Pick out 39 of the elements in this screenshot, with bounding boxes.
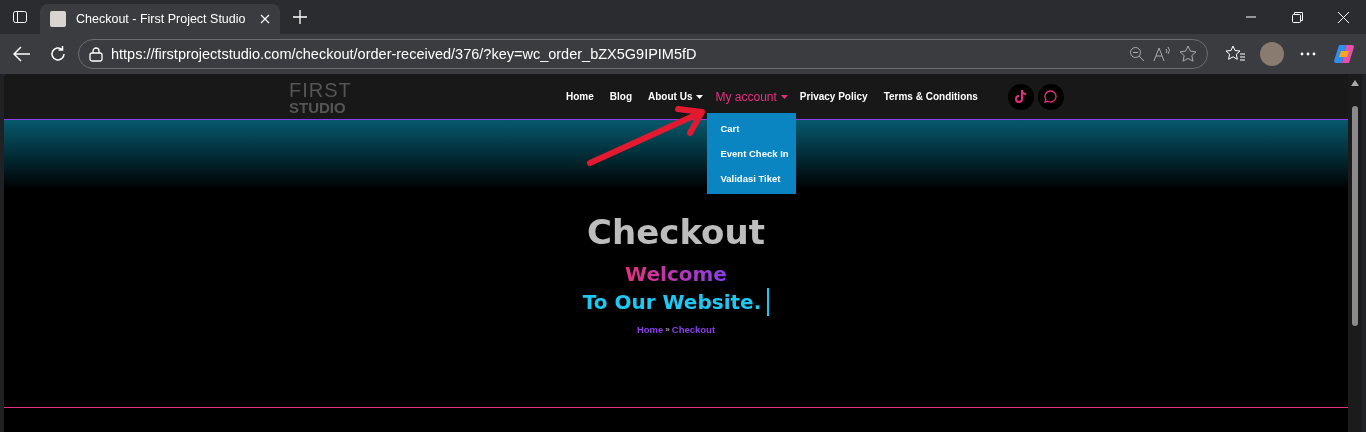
nav-link[interactable]: Blog bbox=[601, 91, 640, 102]
nav-link[interactable]: About Us bbox=[640, 91, 701, 102]
breadcrumb-link[interactable]: Checkout bbox=[671, 324, 716, 335]
whatsapp-icon bbox=[1044, 90, 1058, 103]
caret-icon[interactable] bbox=[696, 94, 704, 99]
site-favicon bbox=[50, 11, 66, 27]
close-icon[interactable] bbox=[1337, 11, 1349, 23]
tiktok-icon bbox=[1014, 90, 1027, 103]
profile-avatar[interactable] bbox=[1260, 42, 1284, 66]
scroll-up-icon[interactable] bbox=[1351, 80, 1359, 86]
favorites-icon[interactable] bbox=[1226, 45, 1246, 63]
breadcrumb-separator: » bbox=[665, 325, 670, 334]
dropdown-item[interactable]: Cart bbox=[707, 115, 797, 141]
social-button[interactable] bbox=[1007, 83, 1034, 110]
dropdown-item[interactable]: Validasi Tiket bbox=[707, 165, 797, 191]
scrollbar-thumb[interactable] bbox=[1352, 106, 1358, 326]
copilot-icon[interactable] bbox=[1333, 43, 1355, 65]
star-icon[interactable] bbox=[1179, 45, 1197, 63]
tagline-heading: To Our Website. bbox=[582, 290, 762, 314]
browser-tab[interactable]: Checkout - First Project Studio bbox=[40, 4, 280, 34]
more-icon[interactable] bbox=[1300, 52, 1316, 56]
social-button[interactable] bbox=[1037, 83, 1064, 110]
nav-link[interactable]: Terms & Conditions bbox=[875, 91, 986, 102]
lock-icon bbox=[89, 46, 103, 62]
refresh-icon[interactable] bbox=[49, 45, 67, 63]
read-aloud-icon[interactable] bbox=[1153, 46, 1171, 62]
nav-link[interactable]: My account bbox=[707, 89, 785, 104]
text-cursor bbox=[767, 288, 770, 316]
page-title: Checkout bbox=[587, 212, 765, 252]
nav-link[interactable]: Privacy Policy bbox=[791, 91, 876, 102]
sidebar-icon[interactable] bbox=[12, 9, 28, 25]
back-icon[interactable] bbox=[13, 46, 31, 62]
restore-icon[interactable] bbox=[1291, 11, 1303, 23]
nav-link[interactable]: Home bbox=[558, 91, 602, 102]
breadcrumb-link[interactable]: Home bbox=[636, 324, 664, 335]
zoom-out-icon[interactable] bbox=[1129, 46, 1145, 62]
close-icon[interactable] bbox=[260, 14, 270, 24]
new-tab-icon[interactable] bbox=[293, 10, 307, 24]
dropdown-item[interactable]: Event Check In bbox=[707, 140, 797, 166]
